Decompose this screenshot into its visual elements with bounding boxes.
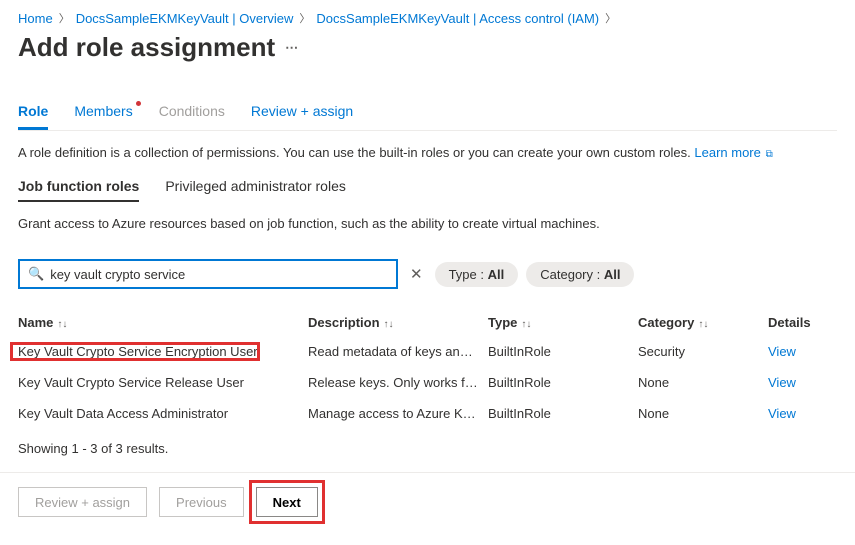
crumb-iam[interactable]: DocsSampleEKMKeyVault | Access control (… [316,11,599,26]
role-type: BuiltInRole [488,375,638,390]
role-name: Key Vault Crypto Service Encryption User [12,344,258,359]
tab-conditions: Conditions [159,103,225,130]
sort-icon: ↑↓ [57,319,67,330]
review-assign-button: Review + assign [18,487,147,517]
tab-members[interactable]: Members [74,103,132,130]
sort-icon: ↑↓ [521,319,531,330]
page-title: Add role assignment [18,32,275,63]
sort-icon: ↑↓ [698,319,708,330]
search-icon: 🔍 [28,266,44,282]
role-desc: Read metadata of keys and p… [308,344,488,359]
col-details: Details [768,315,828,330]
table-row[interactable]: Key Vault Crypto Service Release User Re… [18,367,837,398]
role-type: BuiltInRole [488,406,638,421]
view-link[interactable]: View [768,344,828,359]
sort-icon: ↑↓ [384,319,394,330]
role-category: None [638,406,768,421]
crumb-home[interactable]: Home [18,11,53,26]
role-name: Key Vault Data Access Administrator [18,406,308,421]
tab-job-function[interactable]: Job function roles [18,178,139,202]
crumb-overview[interactable]: DocsSampleEKMKeyVault | Overview [76,11,294,26]
wizard-tabs: Role Members Conditions Review + assign [18,103,837,131]
tab-review[interactable]: Review + assign [251,103,353,130]
job-function-desc: Grant access to Azure resources based on… [18,216,837,231]
chevron-right-icon: 〉 [605,10,616,26]
breadcrumb: Home 〉 DocsSampleEKMKeyVault | Overview … [18,10,837,26]
previous-button: Previous [159,487,244,517]
clear-search-icon[interactable]: ✕ [406,265,427,283]
more-actions-icon[interactable]: ⋯ [285,40,300,56]
divider [0,472,855,473]
footer-buttons: Review + assign Previous Next [18,487,837,517]
tab-role[interactable]: Role [18,103,48,130]
table-row[interactable]: Key Vault Crypto Service Encryption User… [18,336,837,367]
next-button[interactable]: Next [256,487,318,517]
table-row[interactable]: Key Vault Data Access Administrator Mana… [18,398,837,429]
role-name: Key Vault Crypto Service Release User [18,375,308,390]
required-dot-icon [136,101,141,106]
filter-category[interactable]: Category : All [526,262,634,287]
view-link[interactable]: View [768,375,828,390]
filter-type[interactable]: Type : All [435,262,519,287]
tab-privileged[interactable]: Privileged administrator roles [165,178,346,202]
role-type-tabs: Job function roles Privileged administra… [18,178,837,202]
col-category[interactable]: Category↑↓ [638,315,768,330]
learn-more-link[interactable]: Learn more ⧉ [694,145,772,160]
role-description: A role definition is a collection of per… [18,145,837,160]
col-type[interactable]: Type↑↓ [488,315,638,330]
role-desc: Manage access to Azure Key … [308,406,488,421]
role-desc: Release keys. Only works for … [308,375,488,390]
view-link[interactable]: View [768,406,828,421]
external-link-icon: ⧉ [763,149,773,160]
role-category: None [638,375,768,390]
search-input[interactable] [50,267,388,282]
col-name[interactable]: Name↑↓ [18,315,308,330]
col-description[interactable]: Description↑↓ [308,315,488,330]
chevron-right-icon: 〉 [299,10,310,26]
results-count: Showing 1 - 3 of 3 results. [18,441,837,456]
search-input-wrap[interactable]: 🔍 [18,259,398,289]
role-category: Security [638,344,768,359]
chevron-right-icon: 〉 [59,10,70,26]
role-type: BuiltInRole [488,344,638,359]
roles-table: Name↑↓ Description↑↓ Type↑↓ Category↑↓ D… [18,309,837,429]
